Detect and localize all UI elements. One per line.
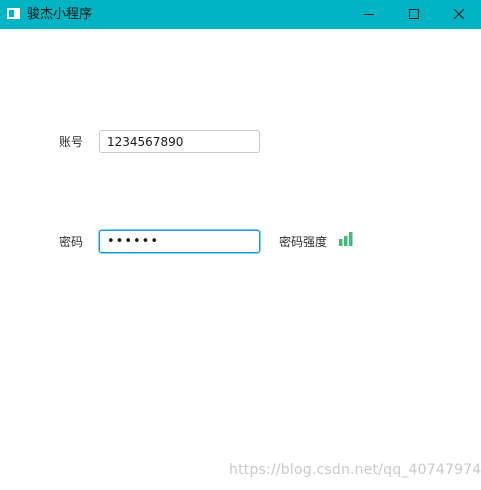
strength-bar-1: [339, 239, 343, 246]
watermark-text: https://blog.csdn.net/qq_40747974: [229, 462, 481, 478]
password-input[interactable]: [99, 230, 260, 253]
window-app-icon: [7, 8, 20, 19]
app-window: 骏杰小程序 账号 密码 密码强度 https://blog.csdn.net/q…: [0, 0, 481, 490]
maximize-button[interactable]: [391, 0, 437, 29]
signal-bars-icon: [339, 232, 353, 246]
close-button[interactable]: [436, 0, 481, 29]
strength-bar-3: [349, 232, 353, 246]
window-title: 骏杰小程序: [27, 7, 93, 22]
account-input[interactable]: [99, 130, 260, 153]
close-icon: [453, 8, 465, 20]
maximize-icon: [409, 9, 419, 19]
password-strength-label: 密码强度: [279, 235, 328, 249]
password-label: 密码: [59, 235, 84, 249]
account-label: 账号: [59, 135, 84, 149]
minimize-icon: [364, 14, 374, 15]
minimize-button[interactable]: [346, 0, 392, 29]
title-bar[interactable]: 骏杰小程序: [0, 0, 481, 29]
strength-bar-2: [344, 236, 348, 246]
